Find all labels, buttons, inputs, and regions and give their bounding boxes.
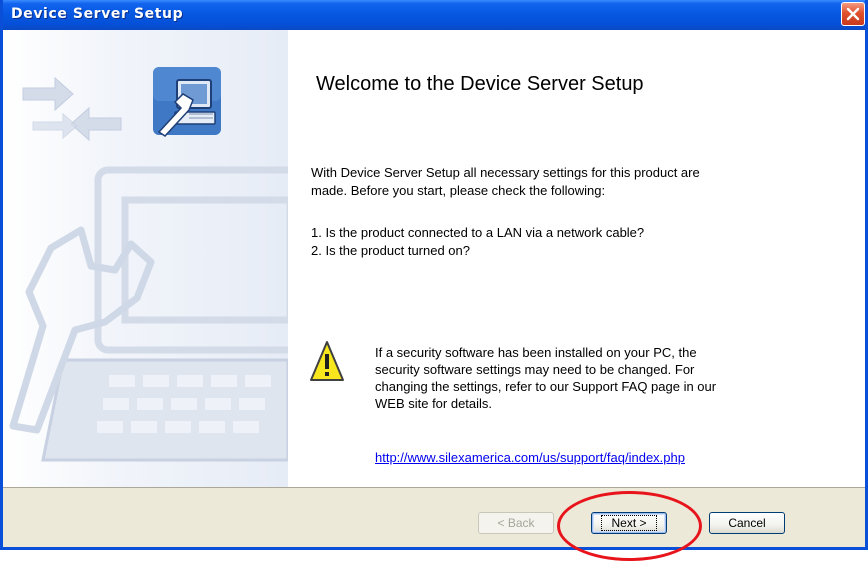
checklist: 1. Is the product connected to a LAN via… [311, 224, 831, 260]
support-faq-link[interactable]: http://www.silexamerica.com/us/support/f… [375, 450, 685, 465]
warning-line: WEB site for details. [375, 396, 493, 411]
intro-text: With Device Server Setup all necessary s… [311, 164, 831, 200]
warning-line: changing the settings, refer to our Supp… [375, 379, 717, 394]
warning-line: If a security software has been installe… [375, 345, 697, 360]
wizard-content: Welcome to the Device Server Setup With … [288, 30, 865, 487]
button-bar: < Back Next > Cancel [3, 487, 865, 547]
wrench-computer-illustration [9, 67, 288, 462]
computer-wrench-icon [153, 67, 221, 137]
security-warning-text: If a security software has been installe… [375, 344, 815, 412]
back-button[interactable]: < Back [478, 512, 554, 534]
warning-icon [308, 339, 346, 388]
page-title: Welcome to the Device Server Setup [316, 73, 644, 95]
warning-line: security software settings may need to b… [375, 362, 695, 377]
intro-line: made. Before you start, please check the… [311, 183, 606, 198]
window-title: Device Server Setup [11, 6, 184, 22]
cancel-button[interactable]: Cancel [709, 512, 785, 534]
side-illustration-panel [3, 30, 288, 487]
setup-window: Device Server Setup Welcome to the Devic… [0, 0, 868, 550]
next-button-highlight [557, 491, 702, 561]
close-button[interactable] [841, 2, 865, 26]
close-icon [846, 7, 860, 21]
intro-line: With Device Server Setup all necessary s… [311, 165, 700, 180]
checklist-item: 2. Is the product turned on? [311, 243, 470, 258]
title-bar[interactable]: Device Server Setup [3, 0, 865, 30]
checklist-item: 1. Is the product connected to a LAN via… [311, 225, 645, 240]
